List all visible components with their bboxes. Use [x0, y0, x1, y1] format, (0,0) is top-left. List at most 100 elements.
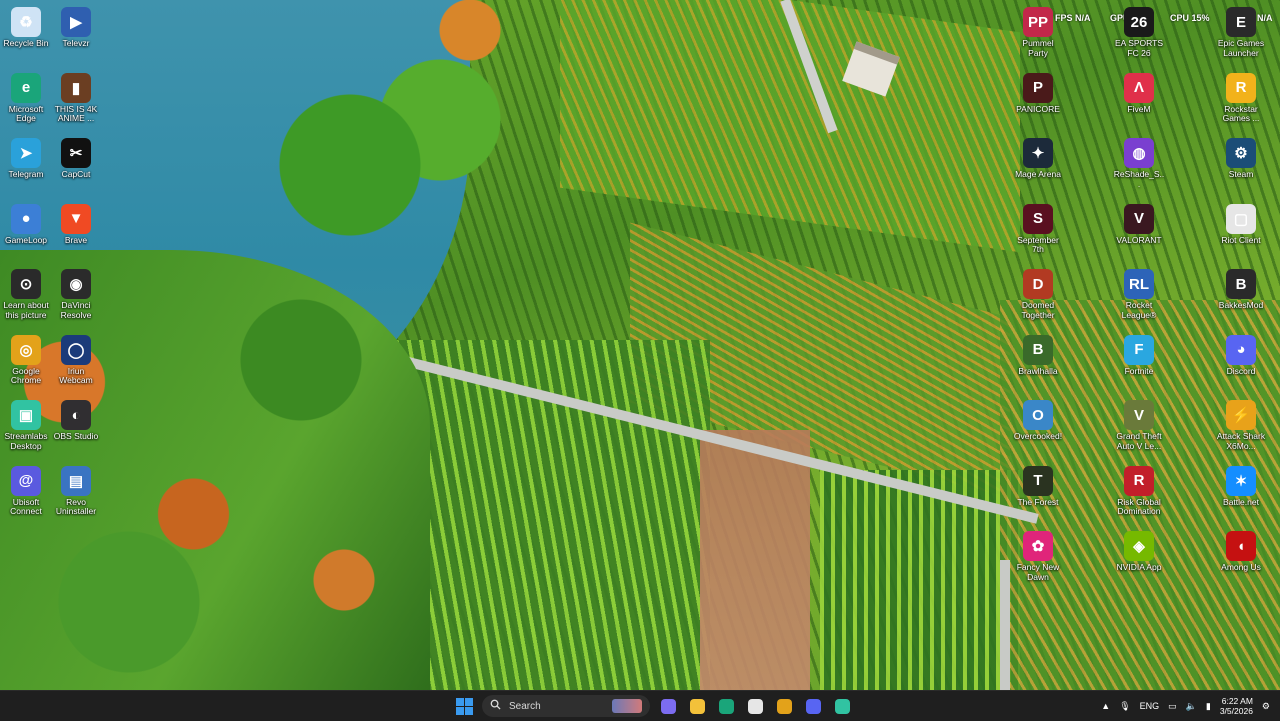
desktop-shortcut[interactable]: O Overcooked!	[1012, 400, 1064, 442]
rocket-league-icon: RL	[1124, 269, 1154, 299]
televzr-icon: ▶	[61, 7, 91, 37]
desktop-shortcut[interactable]: ✂ CapCut	[50, 138, 102, 180]
desktop-shortcut[interactable]: ▼ Brave	[50, 203, 102, 246]
desktop-shortcut[interactable]: ● GameLoop	[0, 203, 52, 246]
discord-taskbar-icon[interactable]	[801, 694, 825, 718]
desktop-shortcut[interactable]: Λ FiveM	[1113, 72, 1165, 115]
desktop-shortcut[interactable]: T The Forest	[1012, 465, 1064, 508]
desktop-shortcut[interactable]: E Epic Games Launcher	[1215, 7, 1267, 58]
desktop-shortcut-label: BakkesMod	[1218, 300, 1264, 310]
desktop-shortcut[interactable]: 26 EA SPORTS FC 26	[1113, 7, 1165, 58]
wallpaper-road	[1000, 560, 1010, 690]
desktop-shortcut[interactable]: P PANICORE	[1012, 72, 1064, 115]
desktop-shortcut-label: Grand Theft Auto V Le...	[1116, 431, 1162, 451]
desktop-shortcut-label: Ubisoft Connect	[10, 496, 42, 516]
desktop-shortcut[interactable]: @ Ubisoft Connect	[0, 465, 52, 517]
desktop-shortcut[interactable]: ◉ DaVinci Resolve	[50, 269, 102, 320]
desktop-shortcut[interactable]: ◕ Discord	[1215, 334, 1267, 377]
capcut-icon: ✂	[61, 138, 91, 168]
desktop-shortcut-label: VALORANT	[1116, 234, 1162, 245]
desktop-shortcut[interactable]: RL Rocket League®	[1113, 269, 1165, 320]
desktop-shortcut[interactable]: ◍ ReShade_S...	[1113, 138, 1165, 189]
desktop-shortcut[interactable]: ▣ Streamlabs Desktop	[0, 400, 52, 451]
streamlabs-taskbar-icon[interactable]	[830, 694, 854, 718]
the-forest-icon: T	[1023, 465, 1053, 496]
desktop-shortcut-label: Doomed Together	[1021, 300, 1055, 320]
volume-icon[interactable]: 🔈	[1186, 701, 1197, 712]
battery-icon[interactable]: ▮	[1206, 701, 1211, 712]
desktop-shortcut[interactable]: ▤ Revo Uninstaller	[50, 465, 102, 517]
network-icon[interactable]: ▭	[1168, 701, 1177, 712]
desktop-shortcut[interactable]: ✶ Battle.net	[1215, 465, 1267, 508]
desktop-shortcut-label: DaVinci Resolve	[60, 300, 92, 320]
desktop-shortcut-label: Battle.net	[1223, 496, 1259, 507]
desktop-shortcut-label: Pummel Party	[1022, 38, 1054, 58]
edge-taskbar-icon[interactable]	[714, 694, 738, 718]
battlenet-icon: ✶	[1226, 465, 1256, 496]
desktop-shortcut[interactable]: ⚙ Steam	[1215, 138, 1267, 180]
desktop-shortcut-label: Overcooked!	[1013, 431, 1063, 441]
chrome-taskbar-icon[interactable]	[772, 694, 796, 718]
desktop-shortcut[interactable]: R Risk Global Domination	[1113, 465, 1165, 517]
desktop-shortcut-label: Steam	[1228, 169, 1254, 179]
obs-icon: ◐	[61, 400, 91, 430]
clock-time: 6:22 AM	[1221, 696, 1253, 706]
pummel-party-icon: PP	[1023, 7, 1053, 37]
far-cry-icon: ✿	[1023, 531, 1053, 561]
desktop-shortcut[interactable]: ◯ Iriun Webcam	[50, 334, 102, 386]
start-button[interactable]	[452, 694, 476, 718]
valorant-icon: V	[1124, 203, 1154, 234]
store-icon[interactable]	[743, 694, 767, 718]
desktop-shortcut[interactable]: ⚡ Attack Shark X6Mo...	[1215, 400, 1267, 451]
desktop-shortcut[interactable]: ◐ OBS Studio	[50, 400, 102, 442]
desktop-shortcut[interactable]: ▶ Televzr	[50, 7, 102, 49]
desktop-shortcut-label: Among Us	[1221, 562, 1261, 572]
desktop-shortcut-label: The Forest	[1017, 496, 1059, 507]
desktop-shortcut-label: NVIDIA App	[1116, 562, 1162, 572]
desktop-shortcut[interactable]: ◎ Google Chrome	[0, 334, 52, 386]
desktop-shortcut[interactable]: ▮ THIS IS 4K ANIME ...	[50, 72, 102, 124]
desktop-shortcut-label: FiveM	[1127, 103, 1151, 114]
desktop-shortcut[interactable]: ✦ Mage Arena	[1012, 138, 1064, 180]
desktop-shortcut[interactable]: e Microsoft Edge	[0, 72, 52, 124]
fortnite-icon: F	[1124, 334, 1154, 365]
desktop-shortcut[interactable]: V VALORANT	[1113, 203, 1165, 246]
taskbar: Search ▲ 🎙 ENG ▭ 🔈 ▮ 6:22 AM 3/5/2026 ⚙	[0, 690, 1280, 721]
desktop-shortcut[interactable]: B Brawlhalla	[1012, 334, 1064, 377]
desktop-shortcut[interactable]: ◈ NVIDIA App	[1113, 531, 1165, 573]
clock[interactable]: 6:22 AM 3/5/2026	[1220, 696, 1253, 716]
chevron-up-icon[interactable]: ▲	[1101, 701, 1110, 711]
microphone-icon[interactable]: 🎙	[1119, 701, 1130, 712]
rockstar-icon: R	[1226, 72, 1256, 103]
desktop-shortcut[interactable]: ⊙ Learn about this picture	[0, 269, 52, 320]
language-indicator[interactable]: ENG	[1140, 701, 1160, 711]
desktop-shortcut[interactable]: B BakkesMod	[1215, 269, 1267, 311]
ubisoft-icon: @	[11, 465, 41, 496]
recycle-bin-icon: ♻	[11, 7, 41, 37]
copilot-icon[interactable]	[656, 694, 680, 718]
desktop-shortcut[interactable]: R Rockstar Games ...	[1215, 72, 1267, 124]
taskbar-apps: Search	[452, 694, 854, 718]
gameloop-icon: ●	[11, 203, 41, 234]
riot-client-icon: ▢	[1226, 203, 1256, 234]
taskbar-search-box[interactable]: Search	[482, 695, 650, 717]
desktop-shortcut[interactable]: V Grand Theft Auto V Le...	[1113, 400, 1165, 451]
windows-logo-icon	[455, 697, 473, 715]
risk-icon: R	[1124, 465, 1154, 496]
desktop-shortcut[interactable]: ▢ Riot Client	[1215, 203, 1267, 246]
desktop-shortcut-label: Revo Uninstaller	[55, 496, 97, 516]
search-highlight-icon	[612, 699, 642, 713]
desktop-shortcut[interactable]: ◖ Among Us	[1215, 531, 1267, 573]
ea-fc-icon: 26	[1124, 7, 1154, 37]
search-label: Search	[509, 700, 541, 712]
learn-picture-icon: ⊙	[11, 269, 41, 299]
desktop-shortcut[interactable]: D Doomed Together	[1012, 269, 1064, 320]
desktop-shortcut[interactable]: F Fortnite	[1113, 334, 1165, 377]
notification-icon[interactable]: ⚙	[1262, 701, 1270, 712]
desktop-shortcut[interactable]: PP Pummel Party	[1012, 7, 1064, 58]
file-explorer-icon[interactable]	[685, 694, 709, 718]
desktop-shortcut[interactable]: ➤ Telegram	[0, 138, 52, 180]
desktop-shortcut[interactable]: ✿ Fancy New Dawn	[1012, 531, 1064, 582]
desktop-shortcut[interactable]: ♻ Recycle Bin	[0, 7, 52, 49]
desktop-shortcut[interactable]: S September 7th	[1012, 203, 1064, 255]
